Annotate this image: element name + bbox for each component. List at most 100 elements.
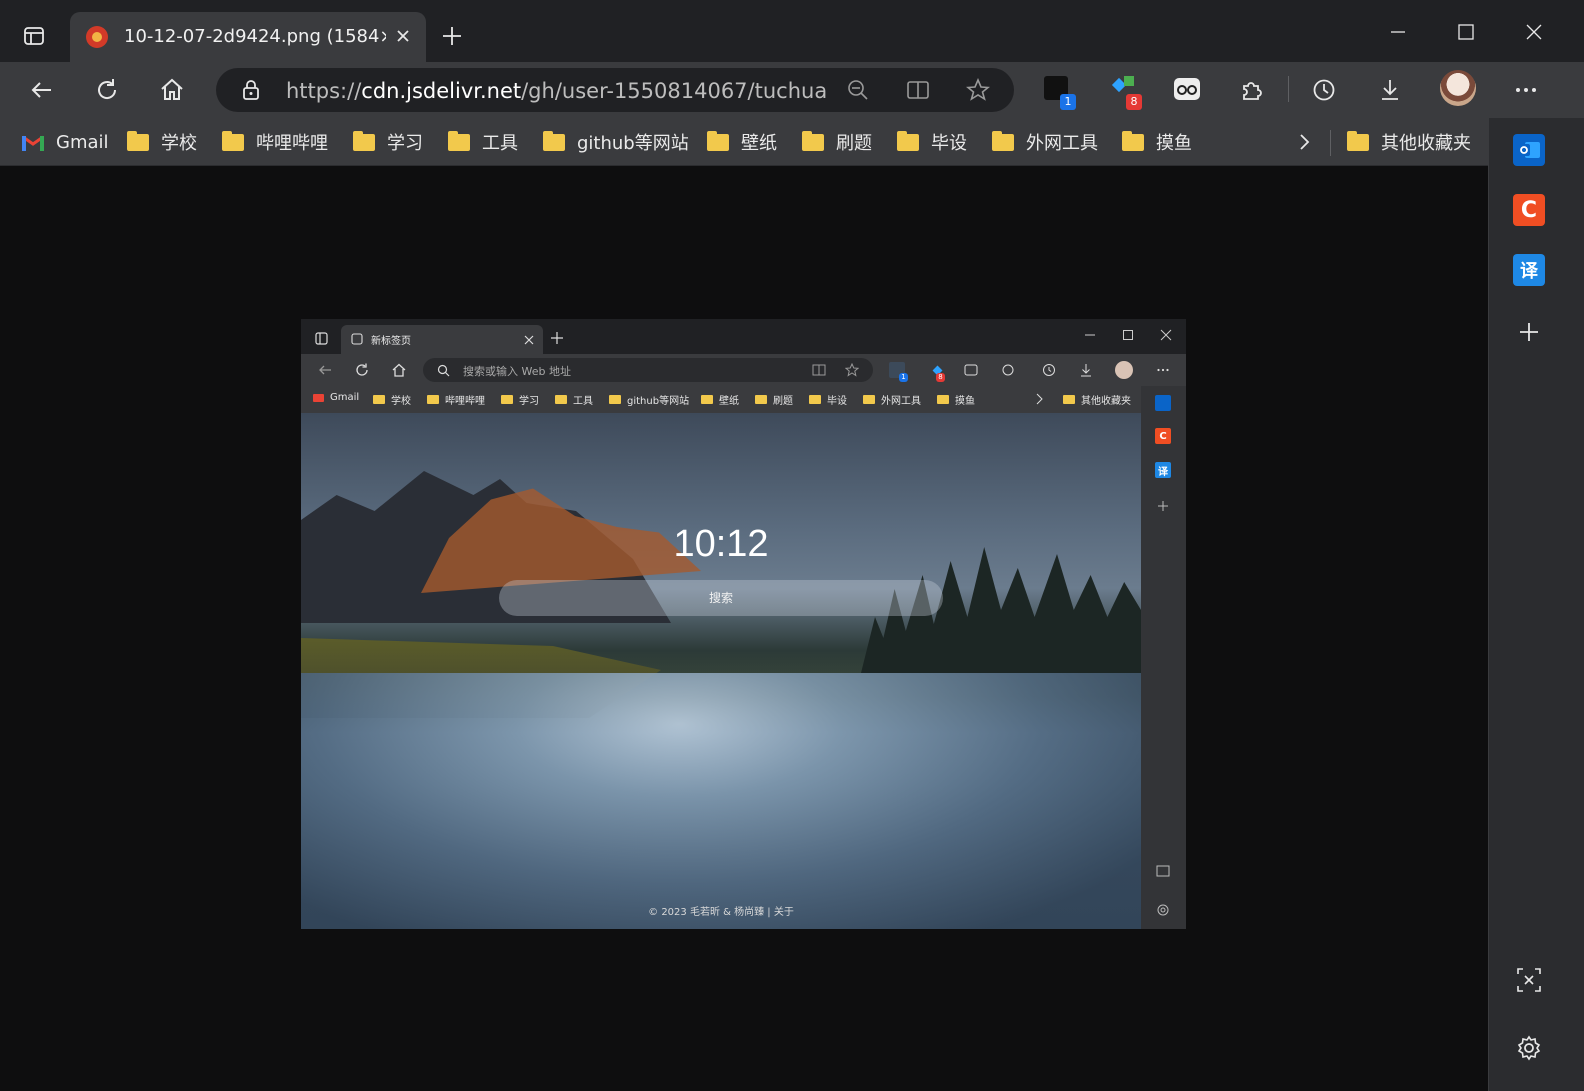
download-icon[interactable] — [1372, 72, 1408, 108]
zoom-icon[interactable] — [844, 76, 872, 104]
bookmark-folder[interactable]: 摸鱼 — [1122, 129, 1192, 155]
newtab-footer: © 2023 毛若昕 & 杨尚臻 | 关于 — [648, 907, 794, 918]
settings-gear-icon[interactable] — [1513, 1032, 1545, 1064]
bookmarks-bar: Gmail 学校 哔哩哔哩 学习 工具 github等网站 壁纸 刷题 毕设 外… — [0, 118, 1488, 166]
displayed-image[interactable]: 新标签页 搜索或输入 Web 地址 1 8 Gmail 学校 哔哩哔哩 学习 工… — [301, 319, 1186, 929]
extension-badge: 8 — [1126, 94, 1142, 110]
inner-title-bar: 新标签页 — [301, 319, 1186, 354]
newtab-clock: 10:12 — [673, 523, 769, 565]
inner-close-window-icon — [1158, 327, 1174, 343]
inner-folder-icon — [501, 395, 513, 404]
screenshot-capture-icon[interactable] — [1513, 964, 1545, 996]
csdn-c-icon[interactable]: C — [1513, 194, 1545, 226]
inner-close-tab-icon — [521, 332, 537, 348]
puzzle-extension-icon[interactable]: 8 — [1110, 74, 1144, 110]
folder-icon — [222, 130, 244, 151]
inner-favorite-star-icon — [844, 362, 860, 378]
inner-bookmark: Gmail — [313, 392, 359, 403]
tab-title: 10-12-07-2d9424.png (1584×1091) — [124, 26, 386, 47]
bookmarks-overflow-chevron-icon[interactable] — [1294, 129, 1314, 155]
favorite-star-icon[interactable] — [964, 76, 992, 104]
refresh-icon[interactable] — [89, 72, 125, 108]
inner-tab: 新标签页 — [341, 325, 543, 354]
inner-sidebar: C 译 — [1141, 386, 1186, 929]
history-icon[interactable] — [1306, 72, 1342, 108]
add-sidebar-icon[interactable] — [1513, 316, 1545, 348]
gmail-icon — [22, 135, 44, 151]
inner-folder-icon — [755, 395, 767, 404]
split-screen-icon[interactable] — [904, 76, 932, 104]
inner-folder-icon — [427, 395, 439, 404]
inner-translate-icon: 译 — [1155, 462, 1171, 478]
close-window-button[interactable] — [1514, 12, 1554, 52]
reader-extension-icon[interactable] — [1172, 74, 1206, 108]
home-icon[interactable] — [154, 72, 190, 108]
inner-newtab-page: 10:12 搜索 © 2023 毛若昕 & 杨尚臻 | 关于 — [301, 413, 1141, 929]
favicon-icon — [86, 26, 108, 48]
bookmark-other-folder[interactable]: 其他收藏夹 — [1347, 129, 1471, 155]
inner-toolbar: 搜索或输入 Web 地址 1 8 — [301, 354, 1186, 386]
folder-icon — [448, 130, 470, 151]
folder-icon — [802, 130, 824, 151]
inner-bookmark: 学校 — [373, 392, 411, 407]
translate-icon[interactable]: 译 — [1513, 254, 1545, 286]
folder-icon — [353, 130, 375, 151]
bookmark-folder[interactable]: 刷题 — [802, 129, 872, 155]
bookmark-folder[interactable]: 学校 — [127, 129, 197, 155]
inner-address-placeholder: 搜索或输入 Web 地址 — [463, 365, 571, 378]
extensions-icon[interactable] — [1234, 72, 1270, 108]
navigation-toolbar: https://cdn.jsdelivr.net/gh/user-1550814… — [0, 62, 1584, 118]
inner-tab-actions-icon — [313, 330, 329, 346]
inner-bookmark: 刷题 — [755, 392, 793, 407]
inner-settings-icon — [1155, 902, 1171, 918]
tab-actions-icon[interactable] — [18, 20, 50, 52]
extension-badge: 1 — [1060, 94, 1076, 110]
inner-refresh-icon — [354, 362, 370, 378]
toolbar-divider — [1288, 76, 1289, 102]
lock-icon[interactable] — [238, 77, 264, 103]
newtab-search-box: 搜索 — [499, 580, 943, 616]
close-tab-icon[interactable] — [390, 23, 416, 49]
inner-folder-icon — [373, 395, 385, 404]
folder-icon — [992, 130, 1014, 151]
bookmark-folder[interactable]: 外网工具 — [992, 129, 1098, 155]
bookmark-folder[interactable]: 哔哩哔哩 — [222, 129, 328, 155]
bookmark-folder[interactable]: github等网站 — [543, 129, 689, 155]
active-tab[interactable]: 10-12-07-2d9424.png (1584×1091) — [70, 12, 426, 62]
translate-extension-icon[interactable]: 1 — [1040, 74, 1076, 110]
title-bar: 10-12-07-2d9424.png (1584×1091) — [0, 0, 1584, 62]
url-text[interactable]: https://cdn.jsdelivr.net/gh/user-1550814… — [286, 79, 826, 103]
inner-bookmark: 外网工具 — [863, 392, 921, 407]
more-menu-icon[interactable] — [1508, 72, 1544, 108]
minimize-button[interactable] — [1378, 12, 1418, 52]
bookmark-folder[interactable]: 壁纸 — [707, 129, 777, 155]
inner-bookmark: github等网站 — [609, 392, 689, 407]
address-bar[interactable]: https://cdn.jsdelivr.net/gh/user-1550814… — [216, 68, 1014, 112]
inner-extension-badge: 1 — [899, 373, 908, 382]
bookmark-gmail[interactable]: Gmail — [22, 129, 109, 155]
maximize-button[interactable] — [1446, 12, 1486, 52]
inner-split-screen-icon — [811, 362, 827, 378]
inner-home-icon — [391, 362, 407, 378]
inner-bookmark: 壁纸 — [701, 392, 739, 407]
folder-icon — [127, 130, 149, 151]
inner-bookmark-other: 其他收藏夹 — [1063, 392, 1131, 407]
inner-bookmark: 哔哩哔哩 — [427, 392, 485, 407]
inner-csdn-icon: C — [1155, 428, 1171, 444]
inner-folder-icon — [937, 395, 949, 404]
inner-newtab-icon — [349, 331, 365, 347]
folder-icon — [897, 130, 919, 151]
bookmark-folder[interactable]: 工具 — [448, 129, 518, 155]
back-icon[interactable] — [24, 72, 60, 108]
bookmark-folder[interactable]: 学习 — [353, 129, 423, 155]
misty-river — [301, 673, 1141, 929]
bookmarks-divider — [1330, 130, 1331, 156]
new-tab-button[interactable] — [436, 20, 468, 52]
outlook-icon[interactable] — [1513, 134, 1545, 166]
bookmark-folder[interactable]: 毕设 — [897, 129, 967, 155]
folder-icon — [1347, 130, 1369, 151]
inner-bookmark: 毕设 — [809, 392, 847, 407]
folder-icon — [707, 130, 729, 151]
inner-bookmark: 学习 — [501, 392, 539, 407]
profile-avatar[interactable] — [1440, 70, 1476, 106]
